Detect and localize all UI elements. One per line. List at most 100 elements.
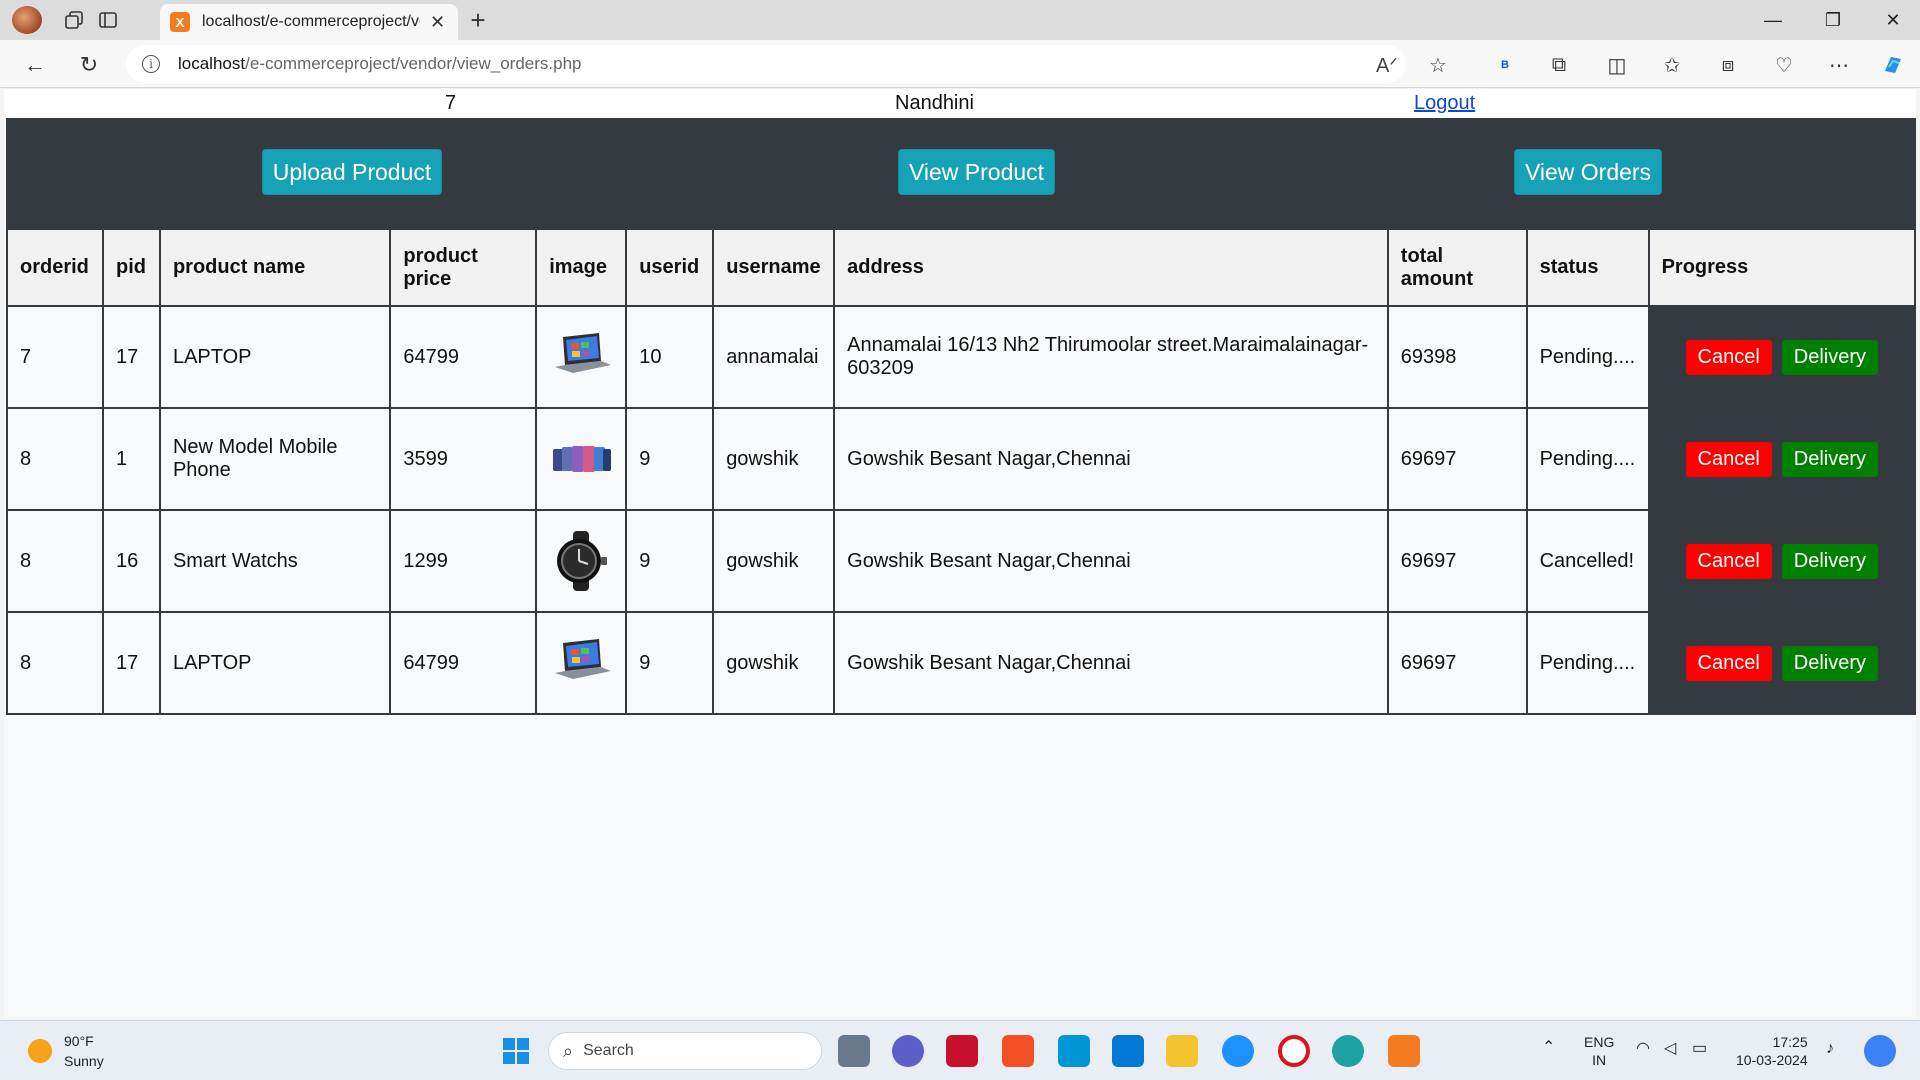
cell-total: 69697 bbox=[1386, 509, 1528, 613]
cell-address: Annamalai 16/13 Nh2 Thirumoolar street.M… bbox=[833, 305, 1389, 409]
weather-widget[interactable]: 90°F Sunny bbox=[64, 1031, 104, 1071]
header-username: username bbox=[712, 228, 836, 307]
cancel-button[interactable]: Cancel bbox=[1685, 645, 1772, 681]
vendor-id: 7 bbox=[445, 92, 457, 114]
cell-total: 69697 bbox=[1386, 407, 1528, 511]
extension-badge-icon[interactable]: B bbox=[1490, 50, 1520, 80]
cancel-button[interactable]: Cancel bbox=[1685, 339, 1772, 375]
view-product-button[interactable]: View Product bbox=[898, 149, 1055, 195]
table-row: 8 17 LAPTOP 64799 9 gowshik Gowshik Besa… bbox=[6, 611, 1917, 715]
cell-progress: Cancel Delivery bbox=[1647, 611, 1917, 715]
cell-username: gowshik bbox=[712, 611, 836, 715]
edge-icon[interactable] bbox=[1332, 1035, 1364, 1067]
clock[interactable]: 17:25 10-03-2024 bbox=[1736, 1033, 1808, 1069]
cell-pid: 16 bbox=[101, 509, 161, 613]
battery-icon[interactable]: ▭ bbox=[1692, 1040, 1707, 1058]
profile-avatar[interactable] bbox=[12, 6, 42, 34]
word-icon[interactable] bbox=[1112, 1035, 1144, 1067]
cell-image bbox=[535, 305, 628, 409]
teams-meet-icon[interactable] bbox=[892, 1035, 924, 1067]
mcafee-icon[interactable] bbox=[946, 1035, 978, 1067]
favorite-star-icon[interactable]: ☆ bbox=[1423, 50, 1453, 80]
active-tab[interactable]: X localhost/e-commerceproject/ve ✕ bbox=[160, 4, 458, 40]
cell-image bbox=[535, 611, 628, 715]
cell-price: 3599 bbox=[389, 407, 538, 511]
header-userid: userid bbox=[625, 228, 715, 307]
language-indicator[interactable]: ENG IN bbox=[1584, 1033, 1614, 1069]
volume-icon[interactable]: ◁ bbox=[1664, 1040, 1676, 1058]
opera-icon[interactable] bbox=[1278, 1035, 1310, 1067]
help-icon[interactable] bbox=[1222, 1035, 1254, 1067]
task-view-icon[interactable] bbox=[838, 1035, 870, 1067]
workspaces-icon[interactable] bbox=[62, 8, 86, 32]
tab-actions-icon[interactable] bbox=[96, 8, 120, 32]
address-toolbar: ← ↻ i localhost/e-commerceproject/vendor… bbox=[0, 40, 1920, 88]
copilot-taskbar-icon[interactable] bbox=[1864, 1035, 1896, 1067]
cancel-button[interactable]: Cancel bbox=[1685, 543, 1772, 579]
settings-more-icon[interactable]: ⋯ bbox=[1824, 50, 1854, 80]
delivery-button[interactable]: Delivery bbox=[1781, 441, 1879, 477]
new-tab-icon[interactable]: + bbox=[466, 5, 490, 35]
cell-address: Gowshik Besant Nagar,Chennai bbox=[833, 509, 1389, 613]
close-window-icon[interactable]: ✕ bbox=[1866, 4, 1920, 36]
user-info-row: 7 Nandhini Logout bbox=[4, 89, 1916, 118]
xampp-icon[interactable] bbox=[1388, 1035, 1420, 1067]
view-orders-button[interactable]: View Orders bbox=[1514, 149, 1662, 195]
table-row: 8 16 Smart Watchs 1299 9 gowshik Gowshik… bbox=[6, 509, 1917, 613]
header-total-amount: total amount bbox=[1386, 228, 1528, 307]
microsoft-store-icon[interactable] bbox=[1002, 1035, 1034, 1067]
url-host: localhost bbox=[178, 54, 246, 73]
delivery-button[interactable]: Delivery bbox=[1781, 645, 1879, 681]
cell-username: annamalai bbox=[712, 305, 836, 409]
file-explorer-icon[interactable] bbox=[1166, 1035, 1198, 1067]
cell-status: Pending.... bbox=[1525, 407, 1650, 511]
cell-price: 64799 bbox=[389, 305, 538, 409]
sun-weather-icon[interactable] bbox=[28, 1039, 52, 1063]
myhp-icon[interactable] bbox=[1058, 1035, 1090, 1067]
restore-icon[interactable]: ❐ bbox=[1806, 4, 1860, 36]
cell-image bbox=[535, 407, 628, 511]
split-screen-icon[interactable]: ◫ bbox=[1602, 50, 1632, 80]
favorites-icon[interactable]: ✩ bbox=[1657, 50, 1687, 80]
header-image: image bbox=[535, 228, 628, 307]
search-icon: ⌕ bbox=[563, 1040, 574, 1061]
chevron-up-icon[interactable]: ⌃ bbox=[1542, 1039, 1555, 1057]
read-aloud-icon[interactable]: Aᐟ bbox=[1376, 53, 1398, 78]
cell-address: Gowshik Besant Nagar,Chennai bbox=[833, 611, 1389, 715]
refresh-icon[interactable]: ↻ bbox=[74, 50, 104, 80]
language-code: ENG bbox=[1584, 1034, 1615, 1050]
minimize-icon[interactable]: — bbox=[1746, 4, 1800, 36]
collections-icon[interactable]: ⧈ bbox=[1713, 50, 1743, 80]
cell-userid: 9 bbox=[625, 611, 715, 715]
cell-orderid: 8 bbox=[6, 509, 104, 613]
laptop-image bbox=[555, 333, 612, 373]
back-arrow-icon[interactable]: ← bbox=[20, 50, 50, 80]
taskbar-search-box[interactable]: ⌕ Search bbox=[548, 1032, 822, 1070]
windows-start-icon[interactable] bbox=[500, 1035, 532, 1067]
cell-userid: 9 bbox=[625, 407, 715, 511]
header-pid: pid bbox=[101, 228, 161, 307]
cell-orderid: 8 bbox=[6, 407, 104, 511]
extensions-puzzle-icon[interactable]: ⧉ bbox=[1544, 50, 1574, 80]
site-info-icon[interactable]: i bbox=[142, 55, 160, 73]
wifi-icon[interactable]: ◠ bbox=[1636, 1040, 1650, 1058]
copilot-icon[interactable] bbox=[1878, 50, 1908, 80]
tab-close-icon[interactable]: ✕ bbox=[430, 12, 445, 33]
url-field[interactable]: i localhost/e-commerceproject/vendor/vie… bbox=[126, 45, 1406, 83]
header-status: status bbox=[1525, 228, 1650, 307]
browser-essentials-icon[interactable]: ♡ bbox=[1769, 50, 1799, 80]
notification-bell-icon[interactable]: ♪ bbox=[1826, 1040, 1834, 1058]
xampp-favicon-icon: X bbox=[170, 12, 190, 32]
phones-image bbox=[553, 446, 612, 472]
cell-pid: 1 bbox=[101, 407, 161, 511]
delivery-button[interactable]: Delivery bbox=[1781, 543, 1879, 579]
cell-orderid: 8 bbox=[6, 611, 104, 715]
delivery-button[interactable]: Delivery bbox=[1781, 339, 1879, 375]
header-progress: Progress bbox=[1647, 228, 1917, 307]
cancel-button[interactable]: Cancel bbox=[1685, 441, 1772, 477]
upload-product-button[interactable]: Upload Product bbox=[262, 149, 442, 195]
clock-time: 17:25 bbox=[1772, 1034, 1808, 1050]
logout-link[interactable]: Logout bbox=[1414, 92, 1475, 115]
cell-price: 64799 bbox=[389, 611, 538, 715]
vendor-nav-panel: Upload Product View Product View Orders bbox=[6, 118, 1916, 228]
